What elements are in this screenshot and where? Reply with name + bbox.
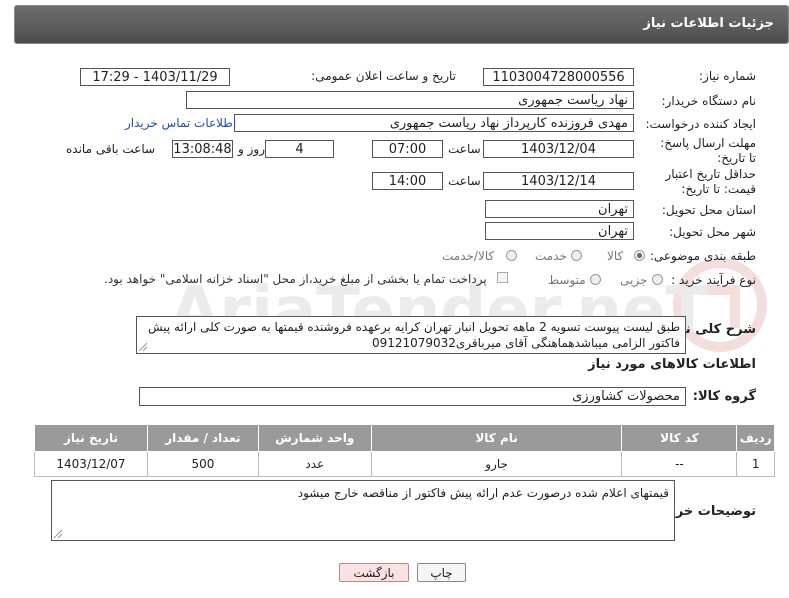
cell-date: 1403/12/07 [34, 451, 148, 477]
treasury-note: پرداخت تمام یا بخشی از مبلغ خرید،از محل … [104, 272, 487, 286]
category-service-radio[interactable] [571, 250, 582, 261]
page-title: جزئیات اطلاعات نیاز [643, 16, 774, 31]
buyer-org-label: نام دستگاه خریدار: [661, 94, 757, 108]
page-header: جزئیات اطلاعات نیاز [14, 5, 789, 44]
city-field: تهران [485, 222, 634, 240]
treasury-checkbox[interactable] [497, 272, 508, 283]
remaining-days-field: 4 [265, 140, 334, 158]
table-row: 1 -- جارو عدد 500 1403/12/07 [34, 451, 775, 477]
category-service-label: خدمت [535, 249, 567, 263]
buyer-notes-text: قیمتهای اعلام شده درصورت عدم ارائه پیش ف… [297, 486, 669, 500]
buyer-org-field: نهاد ریاست جمهوری [186, 91, 634, 109]
cell-unit: عدد [257, 451, 372, 477]
col-row: ردیف [736, 424, 775, 452]
category-label: طبقه بندی موضوعی: [649, 249, 756, 263]
cell-code: -- [621, 451, 738, 477]
cell-name: جارو [370, 451, 623, 477]
reply-time-field: 07:00 [372, 140, 443, 158]
category-goods-label: کالا [607, 249, 624, 263]
remaining-time-field: 13:08:48 [172, 140, 233, 158]
price-hour-label: ساعت [448, 174, 481, 188]
category-both-label: کالا/خدمت [442, 249, 495, 263]
reply-date-field: 1403/12/04 [483, 140, 634, 158]
col-code: کد کالا [621, 424, 738, 452]
province-label: استان محل تحویل: [661, 203, 756, 217]
goods-table: ردیف کد کالا نام کالا واحد شمارش تعداد /… [34, 424, 775, 477]
goods-group-label: گروه کالا: [692, 389, 756, 404]
reply-deadline-label: مهلت ارسال پاسخ: تا تاریخ: [660, 136, 756, 165]
announce-label: تاریخ و ساعت اعلان عمومی: [311, 69, 456, 83]
remaining-label: ساعت باقی مانده [66, 142, 156, 156]
announce-field: 1403/11/29 - 17:29 [80, 68, 230, 86]
cell-row: 1 [736, 451, 775, 477]
goods-section-title: اطلاعات کالاهای مورد نیاز [588, 357, 756, 372]
goods-table-header: ردیف کد کالا نام کالا واحد شمارش تعداد /… [34, 424, 775, 452]
print-button[interactable]: چاپ [417, 563, 466, 582]
goods-group-field: محصولات کشاورزی [139, 387, 686, 406]
price-time-field: 14:00 [372, 172, 443, 190]
col-name: نام کالا [370, 424, 623, 452]
purchase-minor-label: جزیی [620, 273, 648, 287]
description-textarea: طبق لیست پیوست تسویه 2 ماهه تحویل انبار … [136, 316, 686, 354]
purchase-medium-radio[interactable] [590, 274, 601, 285]
buyer-notes-textarea: قیمتهای اعلام شده درصورت عدم ارائه پیش ف… [51, 480, 675, 541]
price-validity-label: حداقل تاریخ اعتبار قیمت: تا تاریخ: [665, 167, 756, 196]
resize-handle[interactable] [54, 530, 62, 538]
need-number-label: شماره نیاز: [699, 69, 756, 83]
creator-field: مهدی فروزنده کارپرداز نهاد ریاست جمهوری [234, 114, 634, 132]
need-number-field: 1103004728000556 [483, 68, 634, 86]
creator-label: ایجاد کننده درخواست: [645, 117, 756, 131]
resize-handle[interactable] [139, 343, 147, 351]
province-field: تهران [485, 200, 634, 218]
buyer-contact-link[interactable]: اطلاعات تماس خریدار [125, 116, 236, 130]
category-both-radio[interactable] [506, 250, 517, 261]
days-label: روز و [238, 142, 265, 156]
description-text: طبق لیست پیوست تسویه 2 ماهه تحویل انبار … [147, 320, 680, 350]
col-unit: واحد شمارش [257, 424, 372, 452]
cell-qty: 500 [147, 451, 259, 477]
back-button[interactable]: بازگشت [339, 563, 409, 582]
col-date: تاریخ نیاز [34, 424, 148, 452]
category-goods-radio[interactable] [634, 250, 645, 261]
col-qty: تعداد / مقدار [147, 424, 259, 452]
reply-hour-label: ساعت [448, 142, 481, 156]
purchase-minor-radio[interactable] [652, 274, 663, 285]
price-date-field: 1403/12/14 [483, 172, 634, 190]
purchase-type-label: نوع فرآیند خرید : [671, 273, 756, 287]
city-label: شهر محل تحویل: [669, 225, 756, 239]
purchase-medium-label: متوسط [548, 273, 586, 287]
